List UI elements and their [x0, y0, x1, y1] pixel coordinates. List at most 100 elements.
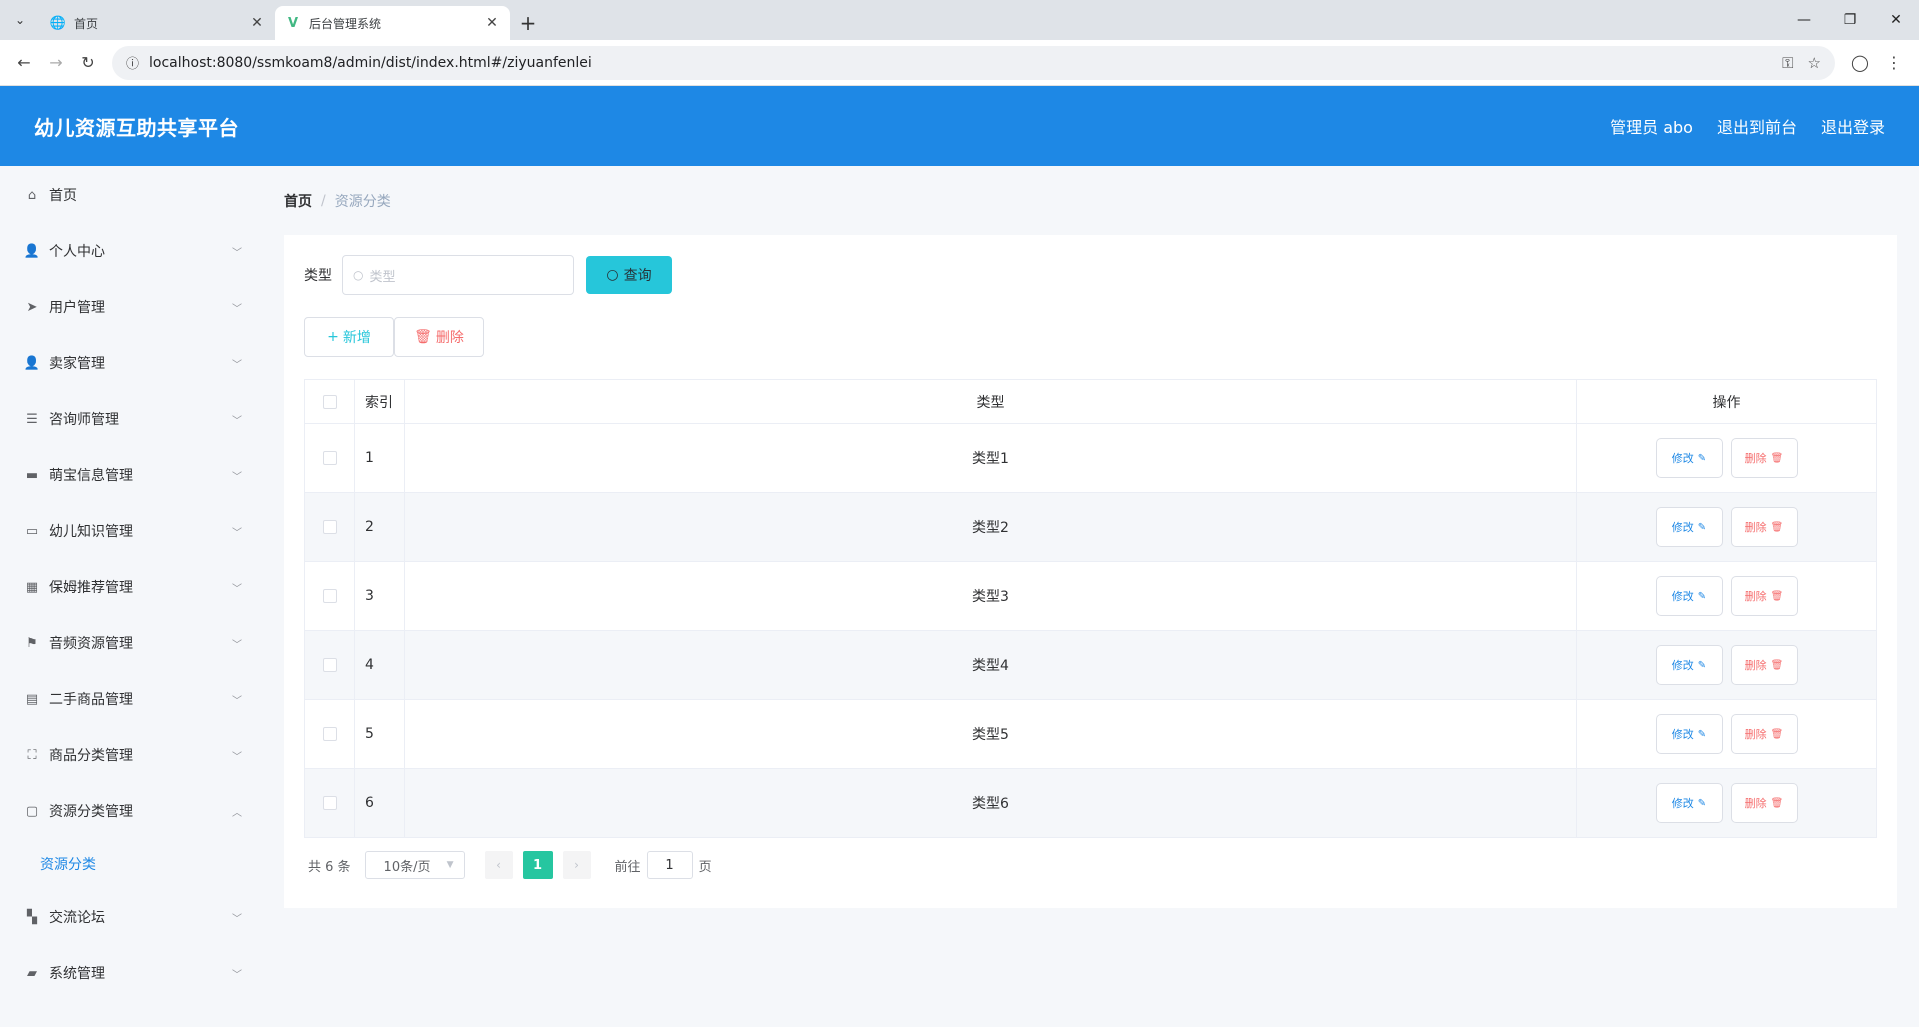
sidebar-item[interactable]: ▰ 系统管理 ﹀: [0, 945, 258, 1001]
restore-icon[interactable]: ❐: [1827, 0, 1873, 40]
row-checkbox[interactable]: [322, 589, 337, 603]
sidebar: ⌂ 首页 👤 个人中心 ﹀ ➤ 用户管理 ﹀ 👤 卖家管理 ﹀ ☰ 咨询师管理 ﹀ ▬ 萌宝信息管理 ﹀ ▭ 幼儿知…: [0, 167, 258, 1027]
sidebar-item[interactable]: ▬ 萌宝信息管理 ﹀: [0, 447, 258, 503]
edit-button[interactable]: 修改 ✎: [1655, 576, 1723, 616]
sidebar-item[interactable]: ⛶ 商品分类管理 ﹀: [0, 727, 258, 783]
sidebar-item[interactable]: ▤ 二手商品管理 ﹀: [0, 671, 258, 727]
row-checkbox[interactable]: [322, 520, 337, 534]
sidebar-item[interactable]: ☰ 咨询师管理 ﹀: [0, 391, 258, 447]
table-row: 5 类型5 修改 ✎ 删除 🗑: [304, 699, 1877, 769]
edit-button[interactable]: 修改 ✎: [1655, 783, 1723, 823]
data-table: 索引 类型 操作 1 类型1 修改 ✎ 删除 🗑 2 类型2 修改 ✎ 删除 🗑 3 类型3 修改 ✎ 删除 🗑 4…: [304, 379, 1877, 838]
close-icon[interactable]: ✕: [484, 15, 500, 31]
edit-label: 修改: [1671, 590, 1694, 603]
main-content: 首页 / 资源分类 类型 ○ 类型 ○ 查询 + 新增 🗑 删除 索引 类型 操…: [284, 167, 1897, 908]
key-icon[interactable]: ⚿: [1782, 54, 1793, 72]
monitor-icon: ▭: [25, 523, 39, 539]
sidebar-item[interactable]: ▭ 幼儿知识管理 ﹀: [0, 503, 258, 559]
new-tab-button[interactable]: +: [510, 6, 546, 40]
row-check-cell: [304, 492, 355, 562]
delete-button-label: 删除: [435, 330, 464, 346]
sidebar-subitem-resource-category[interactable]: 资源分类: [0, 839, 258, 889]
row-checkbox[interactable]: [322, 727, 337, 741]
page-size-select[interactable]: 10条/页 ▼: [364, 851, 465, 879]
sidebar-item-label: 幼儿知识管理: [49, 524, 133, 540]
prev-page-button[interactable]: ‹: [484, 851, 513, 879]
flag-icon: ⚑: [26, 635, 38, 651]
delete-button[interactable]: 删除 🗑: [1730, 645, 1798, 685]
edit-icon: ✎: [1697, 590, 1707, 602]
url-text[interactable]: localhost:8080/ssmkoam8/admin/dist/index…: [149, 55, 1768, 71]
sidebar-item[interactable]: ⚑ 音频资源管理 ﹀: [0, 615, 258, 671]
delete-button[interactable]: 删除 🗑: [1730, 507, 1798, 547]
chevron-down-icon: ﹀: [232, 527, 242, 539]
sidebar-item-label: 萌宝信息管理: [49, 468, 133, 484]
logout-link[interactable]: 退出登录: [1821, 114, 1885, 138]
sidebar-item[interactable]: ⌂ 首页: [0, 167, 258, 223]
row-type: 类型2: [404, 492, 1577, 562]
site-info-icon[interactable]: ⓘ: [126, 53, 139, 72]
sidebar-item-label: 咨询师管理: [49, 412, 119, 428]
search-label: 类型: [304, 268, 332, 284]
header-op: 操作: [1576, 379, 1877, 424]
exit-to-front-link[interactable]: 退出到前台: [1717, 114, 1797, 138]
query-button[interactable]: ○ 查询: [586, 256, 672, 294]
chevron-down-icon: ▼: [446, 860, 454, 870]
home-icon: ⌂: [27, 187, 37, 203]
browser-tab-home[interactable]: 🌐 首页 ✕: [40, 6, 275, 40]
edit-button[interactable]: 修改 ✎: [1655, 438, 1723, 478]
sidebar-item[interactable]: ▚ 交流论坛 ﹀: [0, 889, 258, 945]
row-checkbox[interactable]: [322, 451, 337, 465]
row-check-cell: [304, 699, 355, 769]
row-index: 2: [354, 492, 405, 562]
goto-page-input[interactable]: 1: [646, 851, 693, 879]
tab-title: 后台管理系统: [309, 16, 382, 31]
edit-icon: ✎: [1697, 728, 1707, 740]
sidebar-item[interactable]: 👤 个人中心 ﹀: [0, 223, 258, 279]
search-icon: ○: [353, 268, 364, 282]
minimize-icon[interactable]: —: [1781, 0, 1827, 40]
delete-button[interactable]: 删除 🗑: [1730, 438, 1798, 478]
back-icon[interactable]: ←: [8, 47, 40, 79]
page-number-current[interactable]: 1: [522, 851, 553, 879]
edit-button[interactable]: 修改 ✎: [1655, 714, 1723, 754]
reload-icon[interactable]: ↻: [72, 47, 104, 79]
sidebar-item[interactable]: 👤 卖家管理 ﹀: [0, 335, 258, 391]
url-bar[interactable]: ⓘ localhost:8080/ssmkoam8/admin/dist/ind…: [112, 45, 1835, 80]
star-icon[interactable]: ☆: [1808, 54, 1821, 72]
sidebar-item[interactable]: ▢ 资源分类管理 ︿: [0, 783, 258, 839]
chevron-down-icon: ﹀: [232, 471, 242, 483]
delete-button[interactable]: 删除 🗑: [1730, 576, 1798, 616]
sidebar-item[interactable]: ➤ 用户管理 ﹀: [0, 279, 258, 335]
close-icon[interactable]: ✕: [249, 15, 265, 31]
delete-label: 删除: [1744, 590, 1767, 603]
browser-tab-admin[interactable]: V 后台管理系统 ✕: [275, 6, 510, 40]
batch-delete-button[interactable]: 🗑 删除: [394, 317, 484, 357]
delete-label: 删除: [1744, 797, 1767, 810]
header-type: 类型: [404, 379, 1577, 424]
chevron-down-icon: ﹀: [232, 639, 242, 651]
breadcrumb-current: 资源分类: [334, 194, 391, 210]
add-button[interactable]: + 新增: [304, 317, 394, 357]
sidebar-item[interactable]: ▦ 保姆推荐管理 ﹀: [0, 559, 258, 615]
select-all-checkbox[interactable]: [322, 394, 337, 409]
breadcrumb-home[interactable]: 首页: [284, 191, 312, 211]
row-checkbox[interactable]: [322, 796, 337, 810]
delete-button[interactable]: 删除 🗑: [1730, 714, 1798, 754]
edit-button[interactable]: 修改 ✎: [1655, 507, 1723, 547]
close-window-icon[interactable]: ✕: [1873, 0, 1919, 40]
row-actions: 修改 ✎ 删除 🗑: [1576, 492, 1877, 562]
page-suffix: 页: [698, 859, 712, 875]
row-checkbox[interactable]: [322, 658, 337, 672]
type-search-input[interactable]: ○ 类型: [342, 255, 574, 295]
sidebar-item-label: 二手商品管理: [49, 692, 133, 708]
delete-button[interactable]: 删除 🗑: [1730, 783, 1798, 823]
next-page-button[interactable]: ›: [562, 851, 591, 879]
forward-icon[interactable]: →: [40, 47, 72, 79]
vue-icon: V: [287, 15, 299, 31]
edit-button[interactable]: 修改 ✎: [1655, 645, 1723, 685]
more-menu-icon[interactable]: ⋮: [1877, 47, 1911, 79]
profile-icon[interactable]: ◯: [1843, 47, 1877, 79]
chevron-down-icon: ﹀: [232, 415, 242, 427]
tab-search-button[interactable]: ⌄: [0, 0, 40, 40]
